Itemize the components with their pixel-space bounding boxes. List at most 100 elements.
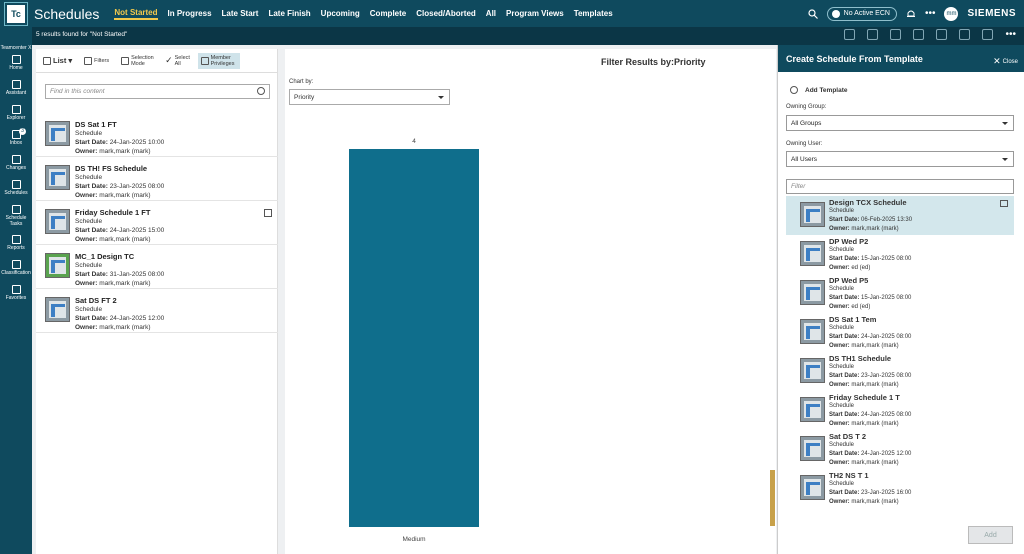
rail-label: Schedule Tasks	[5, 215, 27, 227]
tab-not-started[interactable]: Not Started	[114, 8, 158, 20]
member-privileges-button[interactable]: Member Privileges	[197, 52, 240, 69]
owning-user-select[interactable]: All Users	[786, 151, 1014, 167]
more-actions-icon[interactable]: •••	[1005, 29, 1016, 40]
open-external-icon[interactable]	[264, 209, 272, 217]
rail-changes[interactable]: Changes	[0, 155, 32, 171]
tab-closed-aborted[interactable]: Closed/Aborted	[416, 9, 476, 18]
list-item[interactable]: Friday Schedule 1 FT Schedule Start Date…	[36, 201, 278, 245]
template-item[interactable]: Design TCX Schedule Schedule Start Date:…	[786, 196, 1014, 235]
template-item[interactable]: TH2 NS T 1 Schedule Start Date: 23-Jan-2…	[786, 469, 1014, 508]
tab-in-progress[interactable]: In Progress	[168, 9, 212, 18]
rail-favorites[interactable]: Favorites	[0, 285, 32, 301]
tab-complete[interactable]: Complete	[370, 9, 406, 18]
share-icon[interactable]	[890, 29, 902, 40]
close-button[interactable]: ✕ Close	[993, 56, 1018, 67]
list-item[interactable]: DS TH! FS Schedule Schedule Start Date: …	[36, 157, 278, 201]
tab-templates[interactable]: Templates	[574, 9, 613, 18]
explorer-icon	[11, 105, 21, 114]
add-template-button[interactable]: Add Template	[790, 86, 848, 94]
assistant-icon	[11, 80, 21, 89]
rail-reports[interactable]: Reports	[0, 235, 32, 251]
template-owner: mark,mark (mark)	[851, 343, 899, 349]
template-start-date: 15-Jan-2025 08:00	[861, 256, 912, 262]
owner-label: Owner:	[75, 280, 98, 287]
open-preview-icon[interactable]	[1000, 200, 1008, 207]
rail-label: Classification	[1, 270, 31, 276]
tab-late-start[interactable]: Late Start	[222, 9, 259, 18]
user-avatar[interactable]: mm	[944, 6, 959, 21]
template-item[interactable]: Friday Schedule 1 T Schedule Start Date:…	[786, 391, 1014, 430]
bell-icon[interactable]	[906, 9, 916, 19]
close-icon: ✕	[993, 56, 1001, 66]
template-title: DS Sat 1 Tem	[829, 315, 877, 324]
template-title: Friday Schedule 1 T	[829, 393, 900, 402]
schedule-thumbnail-icon	[45, 297, 70, 322]
template-item[interactable]: Sat DS T 2 Schedule Start Date: 24-Jan-2…	[786, 430, 1014, 469]
tab-late-finish[interactable]: Late Finish	[268, 9, 310, 18]
list-view-button[interactable]: List ▾	[40, 54, 75, 67]
search-icon[interactable]	[808, 8, 818, 19]
start-date-label: Start Date:	[829, 295, 860, 301]
owner-label: Owner:	[829, 499, 850, 505]
rail-schedule-tasks[interactable]: Schedule Tasks	[0, 205, 32, 227]
filter-icon	[84, 56, 93, 65]
search-input[interactable]: Find in this content	[45, 84, 270, 99]
item-title: Friday Schedule 1 FT	[75, 208, 151, 217]
owning-group-select[interactable]: All Groups	[786, 115, 1014, 131]
paste-icon[interactable]	[867, 29, 879, 40]
bar-medium[interactable]	[349, 149, 479, 527]
more-options-icon[interactable]: •••	[925, 8, 936, 19]
list-item[interactable]: Sat DS FT 2 Schedule Start Date: 24-Jan-…	[36, 289, 278, 333]
start-date-label: Start Date:	[829, 217, 860, 223]
template-item[interactable]: DP Wed P2 Schedule Start Date: 15-Jan-20…	[786, 235, 1014, 274]
rail-label: Home	[9, 65, 23, 71]
owner-label: Owner:	[75, 148, 98, 155]
template-owner: ed (ed)	[851, 265, 871, 271]
tab-all[interactable]: All	[486, 9, 496, 18]
tab-program-views[interactable]: Program Views	[506, 9, 564, 18]
rail-assistant[interactable]: Assistant	[0, 80, 32, 96]
schedule-thumbnail-icon	[800, 358, 825, 383]
rail-schedules[interactable]: Schedules	[0, 180, 32, 196]
template-item[interactable]: DP Wed P5 Schedule Start Date: 15-Jan-20…	[786, 274, 1014, 313]
chart-by-select[interactable]: Priority	[289, 89, 450, 105]
rail-label: Inbox	[9, 140, 23, 146]
tab-upcoming[interactable]: Upcoming	[321, 9, 360, 18]
rail-label: Reports	[7, 245, 25, 251]
list-item[interactable]: MC_1 Design TC Schedule Start Date: 31-J…	[36, 245, 278, 289]
rail-explorer[interactable]: Explorer	[0, 105, 32, 121]
rail-classification[interactable]: Classification	[0, 260, 32, 276]
teamcenter-logo[interactable]: Tc	[4, 1, 28, 26]
template-filter-input[interactable]: Filter	[786, 179, 1014, 194]
template-title: DP Wed P5	[829, 276, 869, 285]
item-start-date: 31-Jan-2025 08:00	[109, 271, 165, 278]
template-item[interactable]: DS Sat 1 Tem Schedule Start Date: 24-Jan…	[786, 313, 1014, 352]
search-icon[interactable]	[257, 87, 265, 95]
start-date-label: Start Date:	[75, 315, 108, 322]
filters-button[interactable]: Filters	[81, 55, 112, 67]
template-start-date: 24-Jan-2025 12:00	[861, 451, 912, 457]
template-item[interactable]: DS TH1 Schedule Schedule Start Date: 23-…	[786, 352, 1014, 391]
selection-mode-button[interactable]: Selection Mode	[118, 53, 156, 69]
template-type: Schedule	[829, 481, 855, 487]
rail-home[interactable]: Home	[0, 55, 32, 71]
bar-value-label: 4	[412, 138, 416, 145]
ecn-status-pill[interactable]: No Active ECN	[826, 6, 897, 21]
info-icon[interactable]	[959, 29, 971, 40]
chart-by-label: Chart by:	[289, 79, 314, 85]
table-view-icon[interactable]	[936, 29, 948, 40]
item-owner: mark,mark (mark)	[99, 236, 151, 243]
owning-user-value: All Users	[791, 156, 818, 163]
owning-group-label: Owning Group:	[786, 104, 827, 110]
schedule-tasks-icon	[11, 205, 21, 214]
copy-icon[interactable]	[844, 29, 856, 40]
select-all-button[interactable]: ✓ Select All	[162, 53, 192, 69]
list-item[interactable]: DS Sat 1 FT Schedule Start Date: 24-Jan-…	[36, 113, 278, 157]
open-icon[interactable]	[913, 29, 925, 40]
rail-teamcenter[interactable]: Teamcenter X	[0, 45, 32, 51]
list-view-label: List	[53, 56, 67, 65]
filters-label: Filters	[94, 57, 110, 64]
rail-inbox[interactable]: Inbox 3	[0, 128, 32, 146]
link-icon[interactable]	[982, 29, 994, 40]
add-button[interactable]: Add	[968, 526, 1013, 544]
